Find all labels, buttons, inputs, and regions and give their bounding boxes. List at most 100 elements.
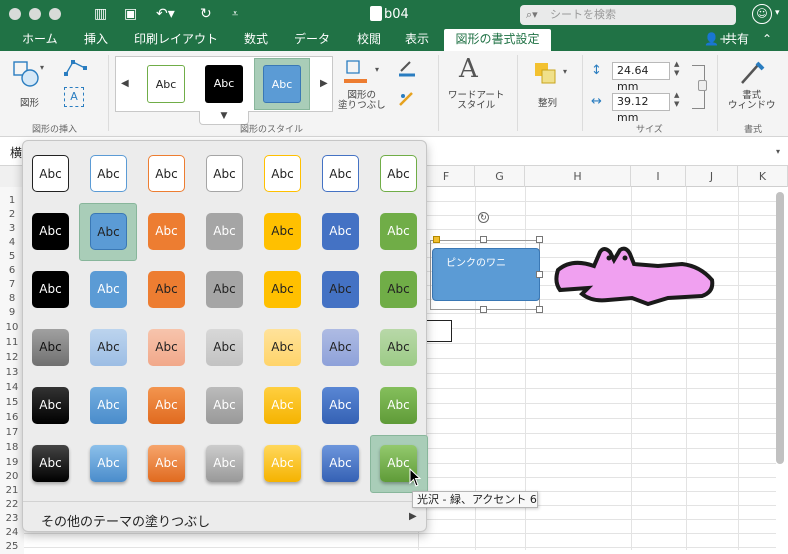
style-fill-gold[interactable]: Abc <box>264 213 301 250</box>
row-header[interactable]: 12 <box>0 351 24 365</box>
row-header[interactable]: 7 <box>0 278 24 292</box>
row-header[interactable]: 20 <box>0 470 24 484</box>
row-header[interactable]: 22 <box>0 498 24 512</box>
style-fill-blue[interactable]: Abc <box>90 213 127 250</box>
tab-formulas[interactable]: 数式 <box>244 29 268 51</box>
more-theme-fills-item[interactable]: その他のテーマの塗りつぶし <box>41 511 210 530</box>
style-thumb-black[interactable]: Abc <box>205 65 243 103</box>
row-header[interactable]: 8 <box>0 292 24 306</box>
style-colorfill-orange[interactable]: Abc <box>148 271 185 308</box>
minimize-window-button[interactable] <box>29 8 41 20</box>
shapes-dropdown-icon[interactable]: ▾ <box>40 63 44 72</box>
resize-handle[interactable] <box>536 271 543 278</box>
tab-data[interactable]: データ <box>294 29 330 51</box>
style-colorfill-gold[interactable]: Abc <box>264 271 301 308</box>
style-outline-gold[interactable]: Abc <box>264 155 301 192</box>
style-moderate-black[interactable]: Abc <box>32 387 69 424</box>
vertical-scrollbar[interactable] <box>776 192 784 464</box>
style-colorfill-black[interactable]: Abc <box>32 271 69 308</box>
style-moderate-green[interactable]: Abc <box>380 387 417 424</box>
column-header-j[interactable]: J <box>686 166 738 187</box>
share-button[interactable]: 共有 <box>725 29 749 51</box>
style-gloss-darkblue[interactable]: Abc <box>322 445 359 482</box>
style-fill-gray[interactable]: Abc <box>206 213 243 250</box>
row-header[interactable]: 13 <box>0 366 24 380</box>
resize-handle[interactable] <box>480 236 487 243</box>
style-fill-orange[interactable]: Abc <box>148 213 185 250</box>
resize-handle[interactable] <box>480 306 487 313</box>
format-pane-icon[interactable] <box>738 59 765 85</box>
arrange-dropdown-icon[interactable]: ▾ <box>563 67 567 76</box>
column-header-i[interactable]: I <box>631 166 686 187</box>
feedback-smiley-icon[interactable]: ☺ <box>752 4 772 24</box>
pink-crocodile-shape[interactable] <box>552 240 718 310</box>
height-input[interactable]: 24.64 mm <box>612 62 670 93</box>
row-header[interactable]: 24 <box>0 526 24 540</box>
style-moderate-darkblue[interactable]: Abc <box>322 387 359 424</box>
style-moderate-gold[interactable]: Abc <box>264 387 301 424</box>
row-header[interactable]: 4 <box>0 236 24 250</box>
fill-dropdown-icon[interactable]: ▾ <box>375 65 379 74</box>
height-stepper[interactable]: ▲ ▼ <box>674 60 679 78</box>
style-thumb-blue[interactable]: Abc <box>263 65 301 103</box>
text-box-icon[interactable]: A <box>64 87 84 107</box>
row-header[interactable]: 3 <box>0 222 24 236</box>
shape-outline-icon[interactable] <box>398 59 415 77</box>
width-input[interactable]: 39.12 mm <box>612 93 670 124</box>
style-subtle-gold[interactable]: Abc <box>264 329 301 366</box>
arrange-icon[interactable] <box>533 61 557 84</box>
row-header[interactable]: 19 <box>0 456 24 470</box>
style-gloss-blue[interactable]: Abc <box>90 445 127 482</box>
style-outline-dark[interactable]: Abc <box>32 155 69 192</box>
resize-handle[interactable] <box>536 236 543 243</box>
column-header-g[interactable]: G <box>475 166 525 187</box>
style-thumb-outline-green[interactable]: Abc <box>147 65 185 103</box>
row-header[interactable]: 17 <box>0 426 24 440</box>
name-box[interactable]: 横 <box>10 144 22 161</box>
tab-home[interactable]: ホーム <box>22 29 58 51</box>
tab-review[interactable]: 校閲 <box>357 29 381 51</box>
collapse-ribbon-icon[interactable]: ⌃ <box>762 29 772 51</box>
redo-icon[interactable]: ↻ <box>200 6 212 22</box>
shapes-icon[interactable] <box>12 60 39 87</box>
save-icon[interactable]: ▣ <box>124 6 137 22</box>
style-outline-darkblue[interactable]: Abc <box>322 155 359 192</box>
row-header[interactable]: 1 <box>0 194 24 208</box>
style-gloss-gold[interactable]: Abc <box>264 445 301 482</box>
gallery-next-icon[interactable]: ▶ <box>320 78 328 89</box>
tab-shape-format[interactable]: 図形の書式設定 <box>444 29 551 51</box>
column-header-k[interactable]: K <box>738 166 788 187</box>
row-header[interactable]: 21 <box>0 484 24 498</box>
smiley-chevron-icon[interactable]: ▾ <box>775 8 780 18</box>
tab-insert[interactable]: 挿入 <box>84 29 108 51</box>
style-colorfill-green[interactable]: Abc <box>380 271 417 308</box>
adjust-handle[interactable] <box>433 236 440 243</box>
style-subtle-darkblue[interactable]: Abc <box>322 329 359 366</box>
undo-icon[interactable]: ↶▾ <box>156 6 175 22</box>
select-all-corner[interactable] <box>0 166 24 187</box>
gallery-prev-icon[interactable]: ◀ <box>121 78 129 89</box>
row-header[interactable]: 16 <box>0 411 24 425</box>
shape-effects-icon[interactable] <box>398 91 414 107</box>
row-header[interactable]: 23 <box>0 512 24 526</box>
style-subtle-orange[interactable]: Abc <box>148 329 185 366</box>
row-header[interactable]: 2 <box>0 208 24 222</box>
style-subtle-gray[interactable]: Abc <box>206 329 243 366</box>
customize-toolbar-icon[interactable]: ⩡ <box>232 6 238 22</box>
lock-aspect-icon[interactable] <box>698 80 707 91</box>
width-stepper[interactable]: ▲ ▼ <box>674 91 679 109</box>
column-header-h[interactable]: H <box>525 166 631 187</box>
row-header[interactable]: 9 <box>0 306 24 320</box>
row-header[interactable]: 11 <box>0 336 24 350</box>
wordart-icon[interactable]: A <box>459 54 478 84</box>
close-window-button[interactable] <box>9 8 21 20</box>
formula-expand-icon[interactable]: ▾ <box>776 147 780 156</box>
sidebar-toggle-icon[interactable]: ▥ <box>94 6 107 22</box>
style-outline-orange[interactable]: Abc <box>148 155 185 192</box>
row-header[interactable]: 6 <box>0 264 24 278</box>
edit-points-icon[interactable] <box>63 58 89 81</box>
row-header[interactable]: 14 <box>0 381 24 395</box>
style-subtle-dark[interactable]: Abc <box>32 329 69 366</box>
zoom-window-button[interactable] <box>49 8 61 20</box>
style-gloss-black[interactable]: Abc <box>32 445 69 482</box>
